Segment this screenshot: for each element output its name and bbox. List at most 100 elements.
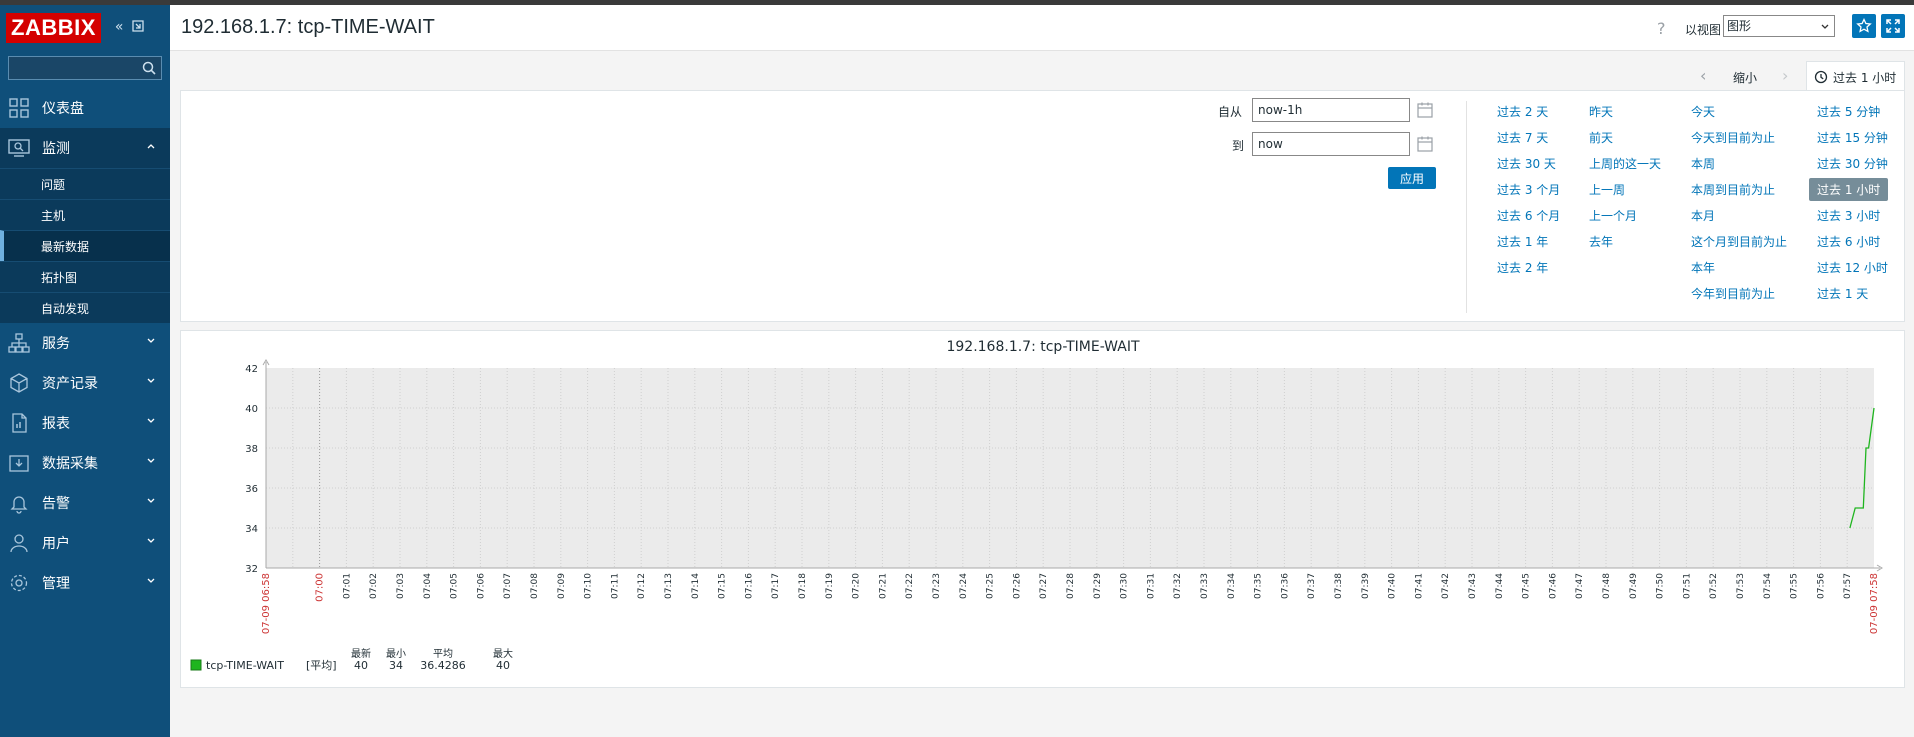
- quick-range-link[interactable]: 上一个月: [1589, 207, 1637, 224]
- calendar-icon[interactable]: [1416, 135, 1434, 153]
- quick-range-link[interactable]: 今天: [1691, 103, 1715, 120]
- sidebar-search-input[interactable]: [9, 57, 161, 79]
- quick-range-link[interactable]: 本周到目前为止: [1691, 181, 1775, 198]
- sidebar: ZABBIX « 仪表盘 监测 问题 主机 最新数据 拓扑图 自动发现 服务 资…: [0, 5, 170, 737]
- x-tick-label: 07:06: [476, 573, 486, 599]
- x-tick-label: 07:29: [1093, 573, 1103, 599]
- menu-item-reports[interactable]: 报表: [0, 403, 170, 443]
- quick-range-link[interactable]: 本年: [1691, 259, 1715, 276]
- sidebar-search: [8, 56, 162, 80]
- quick-range-link[interactable]: 过去 6 小时: [1817, 233, 1880, 250]
- fullscreen-button[interactable]: [1881, 14, 1905, 38]
- submenu-item-discovery[interactable]: 自动发现: [0, 292, 170, 323]
- help-icon[interactable]: ?: [1657, 19, 1666, 38]
- quick-range-link[interactable]: 过去 1 年: [1497, 233, 1548, 250]
- submenu-item-maps[interactable]: 拓扑图: [0, 261, 170, 292]
- quick-range-link[interactable]: 过去 5 分钟: [1817, 103, 1880, 120]
- chevron-down-icon: [147, 378, 155, 383]
- menu-item-services[interactable]: 服务: [0, 323, 170, 363]
- quick-range-link[interactable]: 这个月到目前为止: [1691, 233, 1787, 250]
- submenu-item-problems[interactable]: 问题: [0, 168, 170, 199]
- quick-range-link[interactable]: 过去 2 天: [1497, 103, 1548, 120]
- chart-title: 192.168.1.7: tcp-TIME-WAIT: [946, 339, 1139, 355]
- x-tick-label: 07:19: [825, 573, 835, 599]
- menu-item-alerts[interactable]: 告警: [0, 483, 170, 523]
- collapse-sidebar-icon[interactable]: «: [115, 19, 124, 37]
- to-input[interactable]: now: [1252, 132, 1410, 156]
- x-tick-label: 07:51: [1682, 573, 1692, 599]
- x-tick-label: 07:04: [423, 573, 433, 599]
- x-tick-label: 07:34: [1227, 573, 1237, 599]
- chevron-down-icon: [147, 338, 155, 343]
- quick-range-link[interactable]: 本月: [1691, 207, 1715, 224]
- quick-range-link[interactable]: 今年到目前为止: [1691, 285, 1775, 302]
- legend-swatch: [190, 659, 202, 671]
- chevron-down-icon: [147, 538, 155, 543]
- x-tick-label: 07:23: [932, 573, 942, 599]
- quick-range-link[interactable]: 过去 3 小时: [1817, 207, 1880, 224]
- chevron-down-icon: [147, 578, 155, 583]
- menu-item-users[interactable]: 用户: [0, 523, 170, 563]
- quick-range-link[interactable]: 上周的这一天: [1589, 155, 1661, 172]
- quick-range-link[interactable]: 过去 12 小时: [1817, 259, 1888, 276]
- menu-label: 资产记录: [42, 376, 98, 392]
- x-tick-label: 07:53: [1736, 573, 1746, 599]
- view-as-select[interactable]: 图形: [1723, 15, 1835, 37]
- quick-range-link[interactable]: 前天: [1589, 129, 1613, 146]
- x-tick-label: 07:32: [1173, 573, 1183, 599]
- zoom-out-button[interactable]: 缩小: [1733, 69, 1757, 86]
- quick-range-link[interactable]: 过去 3 个月: [1497, 181, 1560, 198]
- x-tick-label: 07:55: [1790, 573, 1800, 599]
- search-icon[interactable]: [142, 61, 156, 75]
- quick-range-link[interactable]: 本周: [1691, 155, 1715, 172]
- quick-range-link[interactable]: 今天到目前为止: [1691, 129, 1775, 146]
- x-tick-label: 07:40: [1388, 573, 1398, 599]
- menu-item-monitoring[interactable]: 监测: [0, 128, 170, 168]
- quick-range-link[interactable]: 过去 1 小时: [1809, 178, 1889, 201]
- menu-label: 用户: [42, 536, 70, 552]
- menu-item-dashboard[interactable]: 仪表盘: [0, 88, 170, 128]
- quick-range-link[interactable]: 昨天: [1589, 103, 1613, 120]
- x-tick-label: 07:01: [342, 573, 352, 599]
- chevron-left-icon[interactable]: ‹: [1700, 66, 1706, 85]
- from-input[interactable]: now-1h: [1252, 98, 1410, 122]
- x-tick-label: 07:12: [637, 573, 647, 599]
- bell-icon: [10, 496, 28, 514]
- quick-range-link[interactable]: 过去 1 天: [1817, 285, 1868, 302]
- x-tick-label: 07:07: [503, 573, 513, 599]
- zabbix-logo[interactable]: ZABBIX: [6, 13, 101, 43]
- page-title: 192.168.1.7: tcp-TIME-WAIT: [181, 16, 435, 38]
- menu-label: 管理: [42, 576, 70, 592]
- monitoring-submenu: 问题 主机 最新数据 拓扑图 自动发现: [0, 168, 170, 323]
- submenu-item-hosts[interactable]: 主机: [0, 199, 170, 230]
- quick-range-link[interactable]: 上一周: [1589, 181, 1625, 198]
- quick-range-link[interactable]: 过去 30 分钟: [1817, 155, 1888, 172]
- quick-range-link[interactable]: 过去 2 年: [1497, 259, 1548, 276]
- x-tick-label: 07:11: [610, 573, 620, 599]
- x-tick-label: 07:14: [691, 573, 701, 599]
- time-period-tab[interactable]: 过去 1 小时: [1806, 61, 1905, 92]
- x-tick-label: 07:42: [1441, 573, 1451, 599]
- apply-button[interactable]: 应用: [1388, 167, 1436, 189]
- menu-item-data-collection[interactable]: 数据采集: [0, 443, 170, 483]
- calendar-icon[interactable]: [1416, 101, 1434, 119]
- quick-range-link[interactable]: 过去 15 分钟: [1817, 129, 1888, 146]
- legend-value: 34: [389, 659, 403, 672]
- menu-item-administration[interactable]: 管理: [0, 563, 170, 603]
- inventory-icon: [10, 373, 28, 393]
- quick-range-link[interactable]: 过去 7 天: [1497, 129, 1548, 146]
- quick-range-link[interactable]: 过去 30 天: [1497, 155, 1556, 172]
- submenu-item-latest-data[interactable]: 最新数据: [0, 230, 170, 261]
- x-tick-label: 07:43: [1468, 573, 1478, 599]
- menu-item-inventory[interactable]: 资产记录: [0, 363, 170, 403]
- favourite-button[interactable]: [1852, 14, 1876, 38]
- kiosk-mode-icon[interactable]: [131, 19, 145, 37]
- y-tick-label: 40: [245, 404, 258, 415]
- graph-panel: 192.168.1.7: tcp-TIME-WAIT 42 40 38 36 34 32 07…: [180, 330, 1905, 688]
- gear-icon: [10, 574, 28, 592]
- quick-range-link[interactable]: 过去 6 个月: [1497, 207, 1560, 224]
- chevron-right-icon[interactable]: ›: [1782, 66, 1788, 85]
- quick-range-link[interactable]: 去年: [1589, 233, 1613, 250]
- x-tick-label: 07:27: [1039, 573, 1049, 599]
- menu-label: 报表: [42, 416, 70, 432]
